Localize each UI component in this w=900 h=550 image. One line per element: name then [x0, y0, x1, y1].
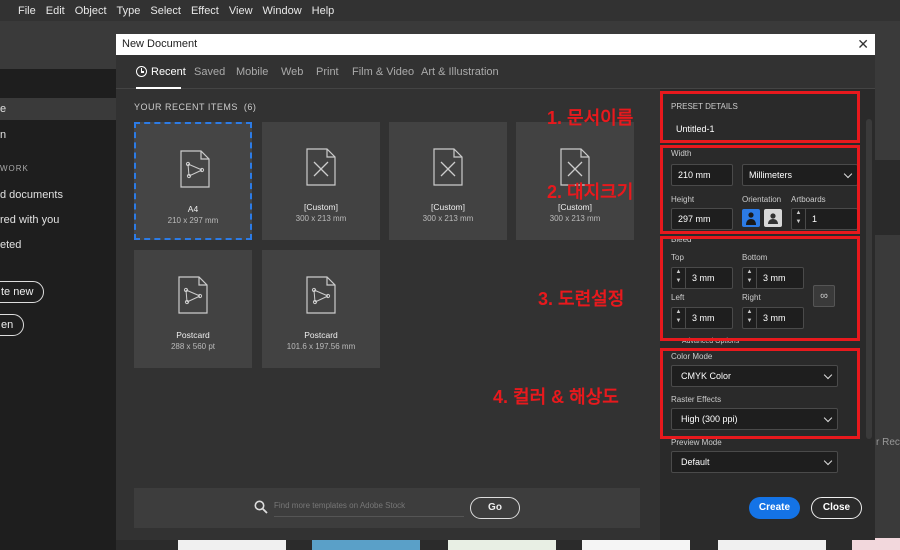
menu-type[interactable]: Type: [117, 5, 141, 17]
menu-window[interactable]: Window: [263, 5, 302, 17]
annotation-label-3: 3. 도련설정: [538, 289, 625, 309]
tab-art-illustration[interactable]: Art & Illustration: [421, 66, 499, 78]
annotation-box-document-name: [660, 91, 860, 143]
card-name: A4: [187, 204, 199, 214]
dialog-title: New Document: [122, 38, 198, 50]
go-button[interactable]: Go: [470, 497, 520, 519]
x-doc-icon: [306, 148, 336, 186]
annotation-label-2: 2. 대지크기: [547, 182, 634, 202]
menu-effect[interactable]: Effect: [191, 5, 219, 17]
tab-web[interactable]: Web: [281, 66, 303, 78]
menu-edit[interactable]: Edit: [46, 5, 65, 17]
card-name: Postcard: [176, 330, 210, 340]
learn-nav-item[interactable]: n: [0, 129, 6, 141]
stock-search-input[interactable]: Find more templates on Adobe Stock: [274, 501, 464, 517]
new-document-dialog: New Document ✕ Recent Saved Mobile Web P…: [116, 34, 875, 540]
shared-with-you-link[interactable]: red with you: [0, 214, 59, 226]
recent-items-heading: YOUR RECENT ITEMS (6): [134, 102, 257, 112]
tab-film-video[interactable]: Film & Video: [352, 66, 414, 78]
tab-print[interactable]: Print: [316, 66, 339, 78]
tab-saved[interactable]: Saved: [194, 66, 225, 78]
stock-search-bar: Find more templates on Adobe Stock Go: [134, 488, 640, 528]
preset-card-postcard[interactable]: Postcard 101.6 x 197.56 mm: [262, 250, 380, 368]
open-button[interactable]: en: [0, 314, 25, 336]
menu-select[interactable]: Select: [150, 5, 181, 17]
preset-card-postcard[interactable]: Postcard 288 x 560 pt: [134, 250, 252, 368]
details-scrollbar[interactable]: [866, 119, 872, 439]
clock-icon: [136, 66, 147, 77]
card-size: 300 x 213 mm: [549, 214, 601, 223]
home-right-card: [875, 160, 900, 235]
create-new-button[interactable]: te new: [0, 281, 45, 303]
tab-mobile[interactable]: Mobile: [236, 66, 268, 78]
home-left-panel: e n WORK d documents red with you eted t…: [0, 69, 116, 550]
preview-mode-dropdown[interactable]: Default: [671, 451, 838, 473]
annotation-box-bleed: [660, 236, 860, 341]
preset-card-a4[interactable]: A4 210 x 297 mm: [134, 122, 252, 240]
chevron-down-icon: [823, 456, 833, 466]
brush-doc-icon: [180, 150, 210, 188]
active-tab-indicator: [136, 87, 181, 89]
annotation-label-4: 4. 컬러 & 해상도: [493, 387, 619, 407]
menu-view[interactable]: View: [229, 5, 253, 17]
menu-bar: File Edit Object Type Select Effect View…: [0, 0, 900, 21]
card-size: 210 x 297 mm: [167, 216, 219, 225]
home-right-area: [875, 69, 900, 550]
brush-doc-icon: [306, 276, 336, 314]
cloud-documents-link[interactable]: d documents: [0, 189, 63, 201]
card-size: 288 x 560 pt: [170, 342, 216, 351]
work-section-heading: WORK: [0, 164, 29, 173]
tab-recent[interactable]: Recent: [136, 66, 186, 78]
annotation-box-color-resolution: [660, 348, 860, 439]
card-name: Postcard: [304, 330, 338, 340]
preview-mode-label: Preview Mode: [671, 438, 722, 447]
card-size: 300 x 213 mm: [422, 214, 474, 223]
card-name: [Custom]: [430, 202, 465, 212]
preset-card-custom[interactable]: [Custom] 300 x 213 mm: [389, 122, 507, 240]
annotation-box-artboard-size: [660, 145, 860, 234]
preset-card-custom[interactable]: [Custom] 300 x 213 mm: [262, 122, 380, 240]
x-doc-icon: [433, 148, 463, 186]
close-button[interactable]: Close: [811, 497, 862, 519]
card-size: 101.6 x 197.56 mm: [286, 342, 356, 351]
card-name: [Custom]: [303, 202, 338, 212]
menu-help[interactable]: Help: [312, 5, 335, 17]
card-size: 300 x 213 mm: [295, 214, 347, 223]
recent-heading-partial: r Rec: [876, 437, 900, 448]
menu-object[interactable]: Object: [75, 5, 107, 17]
create-button[interactable]: Create: [749, 497, 800, 519]
search-icon: [254, 500, 268, 514]
deleted-link[interactable]: eted: [0, 239, 21, 251]
menu-file[interactable]: File: [18, 5, 36, 17]
brush-doc-icon: [178, 276, 208, 314]
close-icon[interactable]: ✕: [857, 34, 869, 55]
annotation-label-1: 1. 문서이름: [547, 108, 634, 128]
home-nav-item[interactable]: e: [0, 98, 116, 120]
preset-tabs: Recent Saved Mobile Web Print Film & Vid…: [116, 55, 875, 89]
dialog-titlebar: New Document ✕: [116, 34, 875, 55]
